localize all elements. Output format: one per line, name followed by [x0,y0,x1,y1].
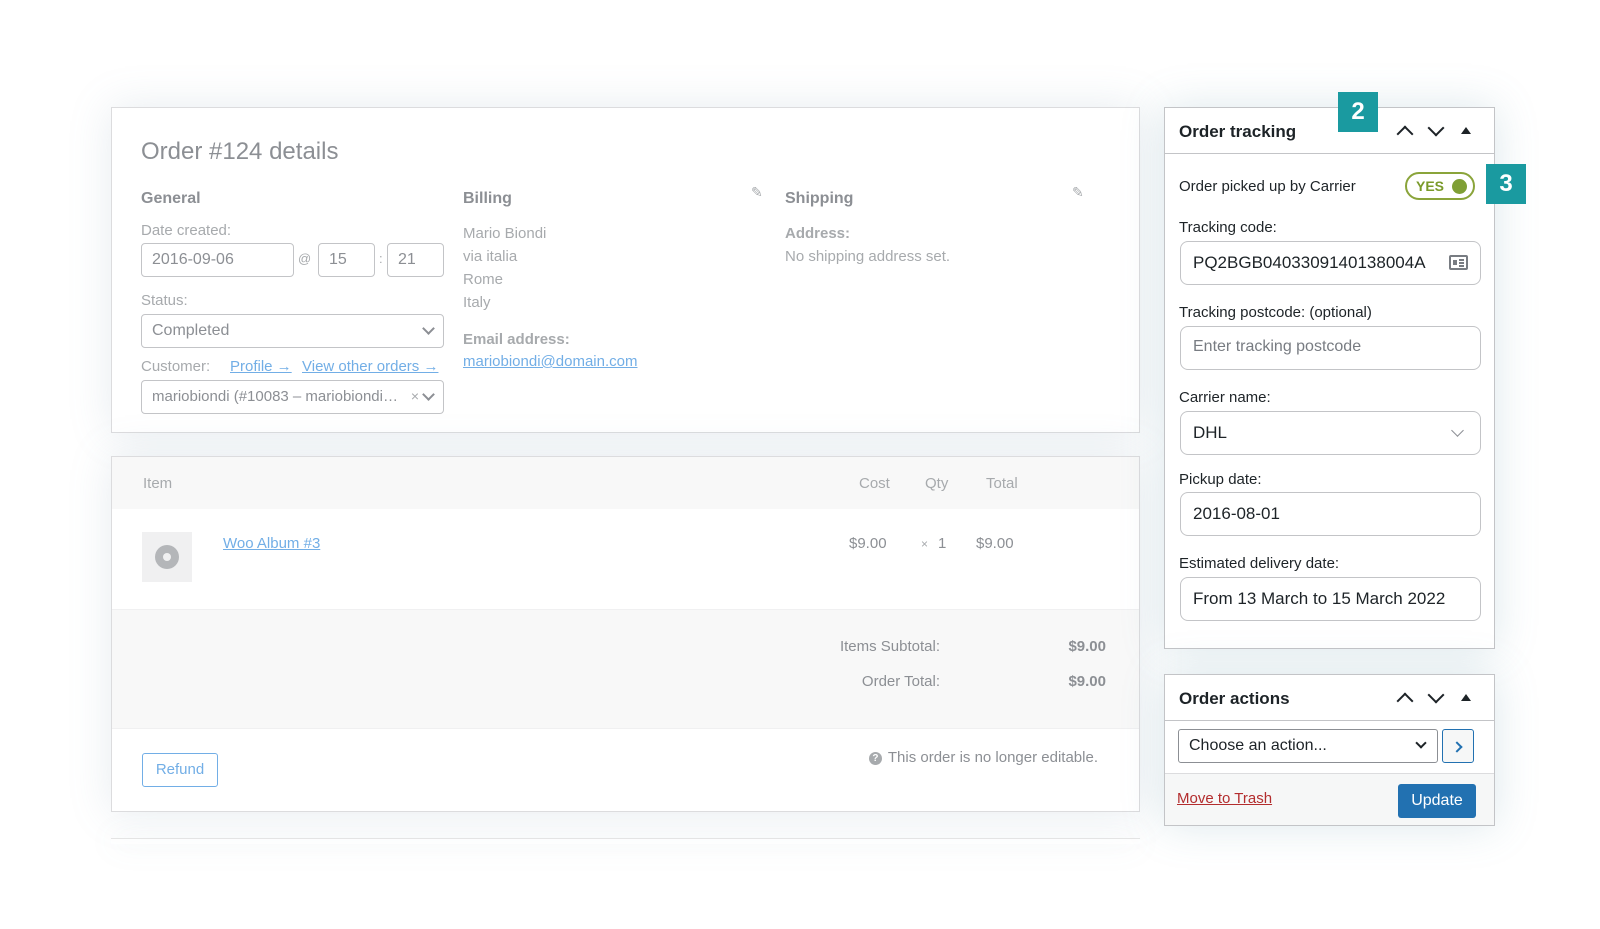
move-down-icon[interactable] [1425,120,1445,140]
view-other-orders-link[interactable]: View other orders → [302,358,438,375]
minute-input[interactable]: 21 [387,243,444,277]
callout-badge-3: 3 [1486,164,1526,204]
shipping-address-label: Address: [785,225,851,242]
shipping-heading: Shipping [785,190,854,207]
item-cost: $9.00 [849,535,887,552]
pickup-date-input[interactable]: 2016-08-01 [1180,492,1481,536]
album-disc-icon [155,545,179,569]
item-qty: 1 [938,535,947,552]
general-heading: General [141,190,201,207]
delivery-date-label: Estimated delivery date: [1179,555,1340,572]
status-value: Completed [152,322,230,339]
date-created-label: Date created: [141,222,232,239]
totals-section: Items Subtotal: $9.00 Order Total: $9.00 [112,609,1139,729]
status-label: Status: [141,292,188,309]
callout-badge-2: 2 [1338,92,1378,132]
shipping-address-value: No shipping address set. [785,248,951,265]
pickup-date-label: Pickup date: [1179,471,1262,488]
column-total: Total [986,475,1018,492]
order-total-label: Order Total: [861,673,940,690]
item-total: $9.00 [976,535,1014,552]
time-colon: : [379,251,383,266]
chevron-down-icon [1451,424,1464,437]
column-qty: Qty [925,475,949,492]
items-table-header: Item Cost Qty Total [112,457,1139,509]
picked-up-toggle[interactable]: YES [1405,172,1475,200]
page-title: Order #124 details [141,138,339,165]
product-thumbnail [142,532,192,582]
billing-address-line: via italia [463,248,518,265]
apply-action-button[interactable] [1442,729,1474,763]
picked-up-label: Order picked up by Carrier [1179,178,1356,195]
order-tracking-title: Order tracking [1179,122,1297,141]
order-action-value: Choose an action... [1189,737,1327,754]
qty-multiplier: × [921,537,929,551]
move-to-trash-link[interactable]: Move to Trash [1177,790,1272,807]
order-tracking-panel: Order tracking Order picked up by Carrie… [1164,107,1495,649]
status-select[interactable]: Completed [141,314,444,348]
billing-heading: Billing [463,190,512,207]
column-item: Item [143,475,173,492]
move-up-icon[interactable] [1394,687,1414,707]
billing-email-link[interactable]: mariobiondi@domain.com [463,353,637,370]
not-editable-text: This order is no longer editable. [887,749,1098,766]
customer-value: mariobiondi (#10083 – mariobiondi… [152,388,398,405]
tracking-code-label: Tracking code: [1179,219,1277,236]
at-separator: @ [298,251,312,266]
move-up-icon[interactable] [1394,120,1414,140]
tracking-code-input[interactable]: PQ2BGB0403309140138004A [1180,241,1481,285]
subtotal-value: $9.00 [1068,638,1106,655]
chevron-down-icon [422,322,435,335]
customer-label: Customer: [141,358,211,375]
order-actions-title: Order actions [1179,689,1290,708]
order-actions-panel: Order actions Choose an action... Move t… [1164,674,1495,826]
order-total-value: $9.00 [1068,673,1106,690]
customer-select[interactable]: mariobiondi (#10083 – mariobiondi… × [141,380,444,414]
order-actions-header: Order actions [1165,675,1494,721]
not-editable-note: ? This order is no longer editable. [868,749,1098,766]
order-items-panel: Item Cost Qty Total Woo Album #3 $9.00 ×… [111,456,1140,812]
chevron-down-icon [1415,737,1427,749]
collapse-icon[interactable] [1456,120,1476,140]
next-panel-edge [111,838,1140,844]
customer-profile-link[interactable]: Profile → [230,358,292,375]
order-action-select[interactable]: Choose an action... [1178,729,1438,763]
edit-billing-icon[interactable]: ✎ [751,184,763,201]
clear-icon[interactable]: × [411,388,419,404]
billing-address-line: Italy [463,294,491,311]
tracking-code-value: PQ2BGB0403309140138004A [1193,253,1426,272]
hour-input[interactable]: 15 [318,243,375,277]
date-created-input[interactable]: 2016-09-06 [141,243,294,277]
carrier-name-select[interactable]: DHL [1180,411,1481,455]
edit-shipping-icon[interactable]: ✎ [1072,184,1084,201]
move-down-icon[interactable] [1425,687,1445,707]
order-details-panel: Order #124 details General Date created:… [111,107,1140,433]
tracking-postcode-label: Tracking postcode: (optional) [1179,304,1372,321]
chevron-down-icon [422,388,435,401]
toggle-yes-label: YES [1416,178,1445,194]
subtotal-label: Items Subtotal: [839,638,940,655]
collapse-icon[interactable] [1456,687,1476,707]
carrier-name-value: DHL [1193,423,1228,442]
delivery-date-input[interactable]: From 13 March to 15 March 2022 [1180,577,1481,621]
email-label: Email address: [463,331,570,348]
order-actions-footer: Move to Trash Update [1165,773,1494,825]
help-icon: ? [868,752,882,765]
product-link[interactable]: Woo Album #3 [223,535,320,552]
carrier-name-label: Carrier name: [1179,389,1271,406]
id-card-icon [1449,255,1468,270]
column-cost: Cost [859,475,890,492]
billing-address-line: Rome [463,271,504,288]
tracking-postcode-input[interactable]: Enter tracking postcode [1180,326,1481,370]
toggle-knob [1452,179,1467,194]
refund-button[interactable]: Refund [142,753,218,787]
billing-address-line: Mario Biondi [463,225,547,242]
update-button[interactable]: Update [1398,784,1476,818]
order-tracking-header: Order tracking [1165,108,1494,154]
